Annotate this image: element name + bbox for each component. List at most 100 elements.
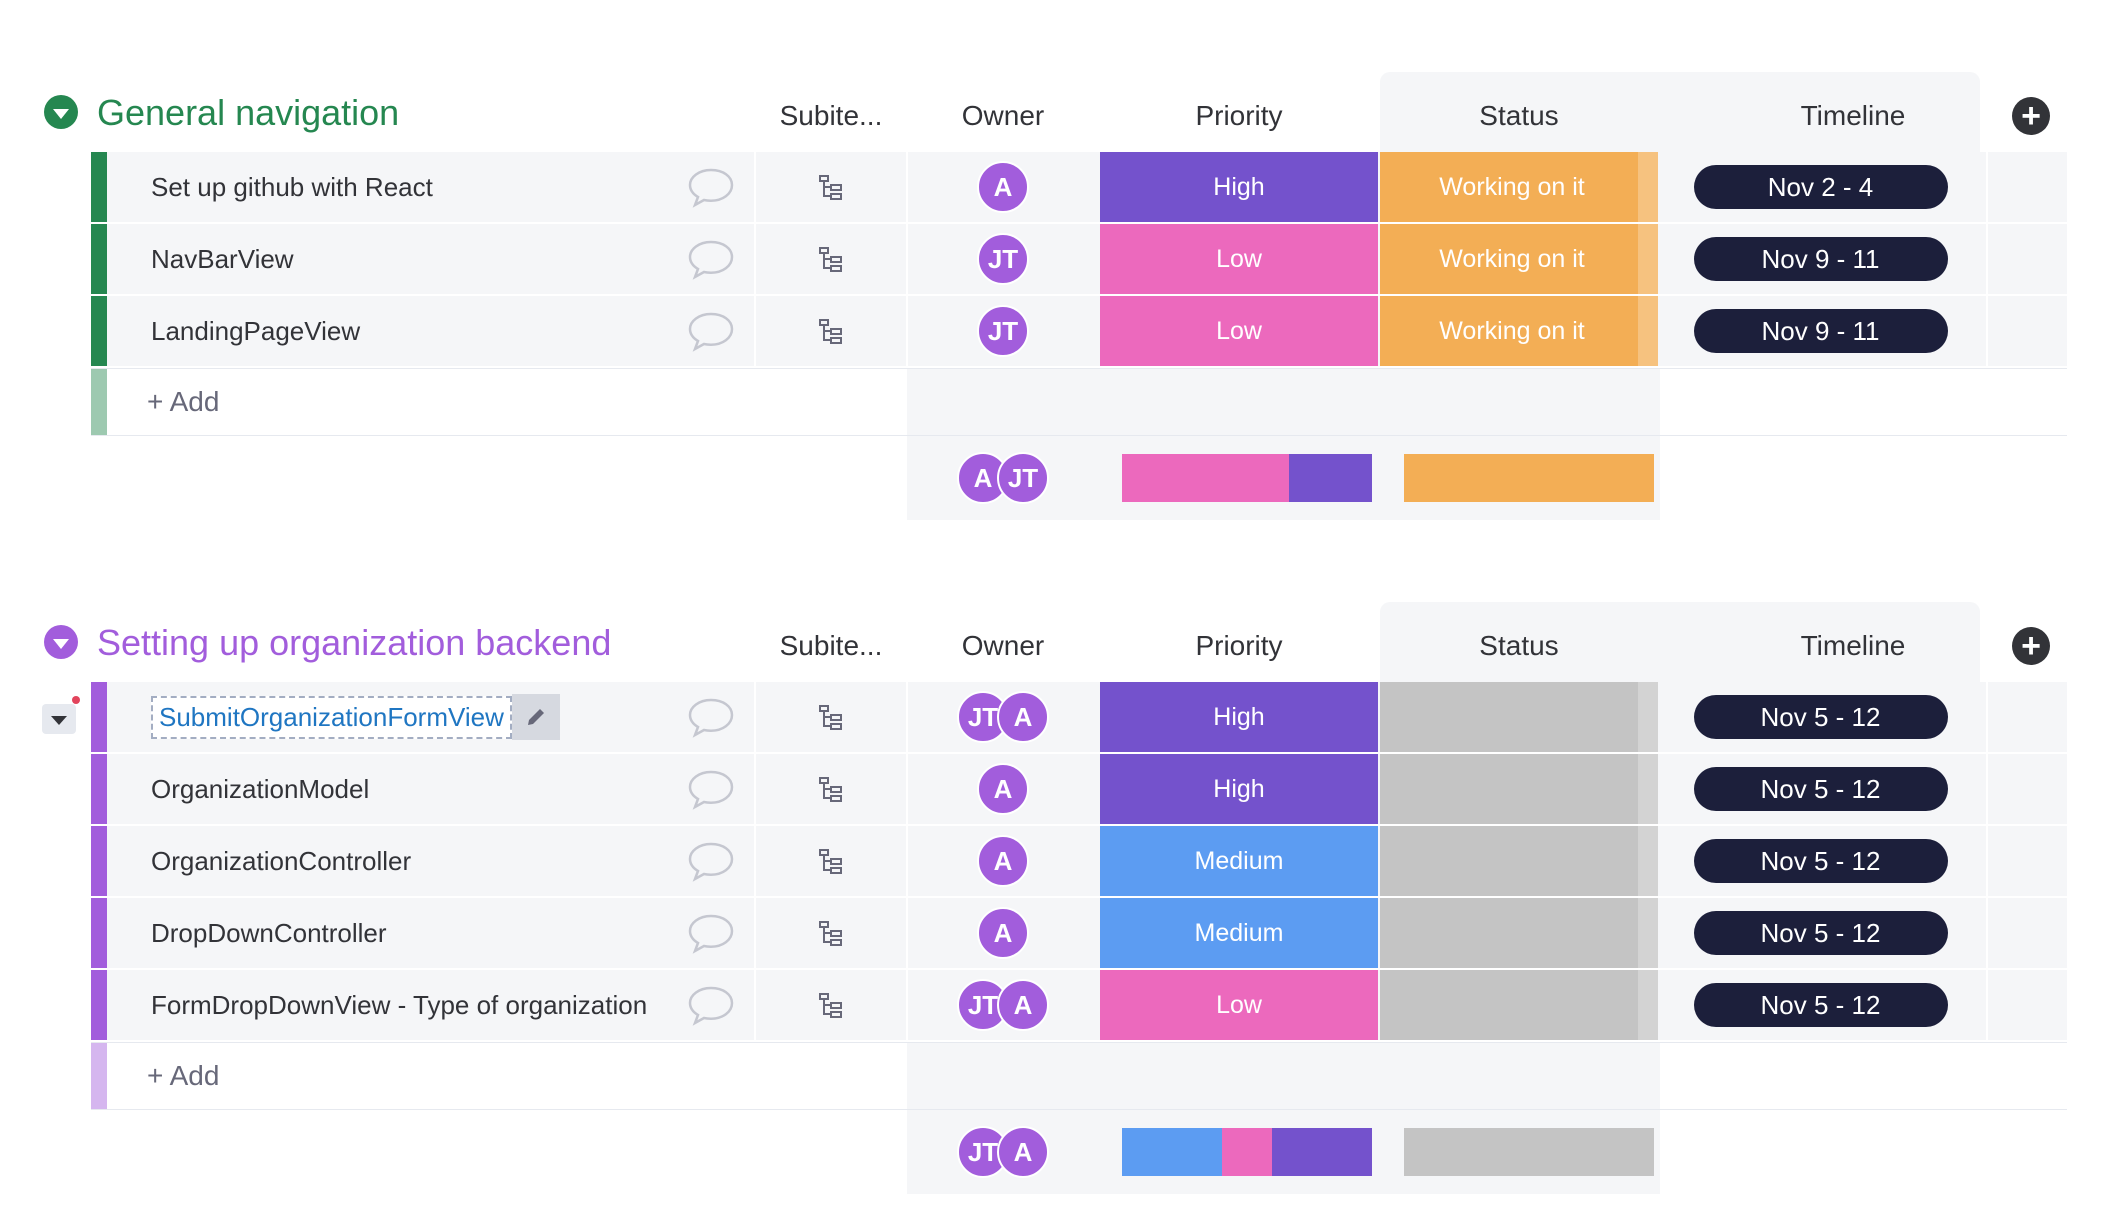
status-label[interactable]: Working on it — [1380, 224, 1658, 294]
avatar[interactable]: A — [977, 835, 1029, 887]
timeline-pill[interactable]: Nov 5 - 12 — [1693, 983, 1948, 1027]
collapse-group-icon[interactable] — [44, 625, 78, 659]
owner-cell[interactable]: JT A — [908, 682, 1098, 752]
priority-label[interactable]: Medium — [1100, 898, 1378, 968]
table-row[interactable]: NavBarView JT Low Working on it Nov 9 - 11 — [91, 224, 2067, 294]
table-row[interactable]: OrganizationModel A High Nov 5 - 12 — [91, 754, 2067, 824]
owner-cell[interactable]: A — [908, 898, 1098, 968]
table-row[interactable]: OrganizationController A Medium Nov 5 - 12 — [91, 826, 2067, 896]
comment-icon[interactable] — [671, 754, 751, 824]
owner-cell[interactable]: A — [908, 152, 1098, 222]
priority-label[interactable]: Low — [1100, 224, 1378, 294]
status-label[interactable] — [1380, 970, 1658, 1040]
item-name-input[interactable]: SubmitOrganizationFormView — [151, 695, 512, 739]
item-name-cell[interactable]: NavBarView — [107, 224, 667, 294]
group-title[interactable]: Setting up organization backend — [97, 622, 611, 664]
avatar[interactable]: A — [997, 691, 1049, 743]
item-name-cell[interactable]: OrganizationModel — [107, 754, 667, 824]
column-header-subitems[interactable]: Subite... — [756, 82, 906, 150]
subitems-icon[interactable] — [756, 224, 906, 294]
avatar[interactable]: A — [997, 979, 1049, 1031]
owner-cell[interactable]: JT — [908, 224, 1098, 294]
comment-icon[interactable] — [671, 826, 751, 896]
subitems-icon[interactable] — [756, 970, 906, 1040]
owner-cell[interactable]: JT A — [908, 970, 1098, 1040]
status-label[interactable] — [1380, 826, 1658, 896]
subitems-icon[interactable] — [756, 296, 906, 366]
timeline-pill[interactable]: Nov 5 - 12 — [1693, 911, 1948, 955]
timeline-cell[interactable]: Nov 5 - 12 — [1658, 898, 1983, 968]
timeline-pill[interactable]: Nov 9 - 11 — [1693, 237, 1948, 281]
item-name-cell[interactable]: SubmitOrganizationFormView — [107, 682, 667, 752]
timeline-cell[interactable]: Nov 9 - 11 — [1658, 296, 1983, 366]
column-header-priority[interactable]: Priority — [1100, 612, 1378, 680]
subitems-icon[interactable] — [756, 682, 906, 752]
timeline-cell[interactable]: Nov 5 - 12 — [1658, 682, 1983, 752]
column-header-subitems[interactable]: Subite... — [756, 612, 906, 680]
add-item-row[interactable]: + Add — [91, 1042, 2067, 1110]
timeline-pill[interactable]: Nov 5 - 12 — [1693, 839, 1948, 883]
status-label[interactable]: Working on it — [1380, 152, 1658, 222]
timeline-pill[interactable]: Nov 5 - 12 — [1693, 767, 1948, 811]
timeline-cell[interactable]: Nov 5 - 12 — [1658, 754, 1983, 824]
timeline-pill[interactable]: Nov 2 - 4 — [1693, 165, 1948, 209]
avatar[interactable]: JT — [977, 305, 1029, 357]
table-row[interactable]: LandingPageView JT Low Working on it Nov 9 -… — [91, 296, 2067, 366]
owner-cell[interactable]: JT — [908, 296, 1098, 366]
table-row[interactable]: DropDownController A Medium Nov 5 - 12 — [91, 898, 2067, 968]
add-column-icon[interactable]: + — [2012, 627, 2050, 665]
timeline-cell[interactable]: Nov 5 - 12 — [1658, 826, 1983, 896]
priority-label[interactable]: High — [1100, 754, 1378, 824]
priority-label[interactable]: High — [1100, 152, 1378, 222]
timeline-pill[interactable]: Nov 5 - 12 — [1693, 695, 1948, 739]
pencil-icon[interactable] — [511, 694, 560, 740]
group-title[interactable]: General navigation — [97, 92, 399, 134]
add-column-icon[interactable]: + — [2012, 97, 2050, 135]
column-header-timeline[interactable]: Timeline — [1658, 82, 2048, 150]
comment-icon[interactable] — [671, 898, 751, 968]
subitems-icon[interactable] — [756, 152, 906, 222]
expand-item-icon[interactable] — [42, 704, 76, 734]
owner-cell[interactable]: A — [908, 826, 1098, 896]
avatar[interactable]: A — [977, 161, 1029, 213]
column-header-owner[interactable]: Owner — [908, 82, 1098, 150]
owner-cell[interactable]: A — [908, 754, 1098, 824]
avatar[interactable]: JT — [977, 233, 1029, 285]
priority-label[interactable]: Low — [1100, 970, 1378, 1040]
subitems-icon[interactable] — [756, 826, 906, 896]
add-item-row[interactable]: + Add — [91, 368, 2067, 436]
status-label[interactable]: Working on it — [1380, 296, 1658, 366]
status-label[interactable] — [1380, 682, 1658, 752]
priority-label[interactable]: Low — [1100, 296, 1378, 366]
timeline-cell[interactable]: Nov 5 - 12 — [1658, 970, 1983, 1040]
column-header-status[interactable]: Status — [1380, 612, 1658, 680]
collapse-group-icon[interactable] — [44, 95, 78, 129]
subitems-icon[interactable] — [756, 898, 906, 968]
column-header-timeline[interactable]: Timeline — [1658, 612, 2048, 680]
priority-label[interactable]: High — [1100, 682, 1378, 752]
add-item-button[interactable]: + Add — [147, 369, 219, 435]
avatar[interactable]: A — [977, 763, 1029, 815]
table-row[interactable]: FormDropDownView - Type of organization J… — [91, 970, 2067, 1040]
subitems-icon[interactable] — [756, 754, 906, 824]
add-item-button[interactable]: + Add — [147, 1043, 219, 1109]
comment-icon[interactable] — [671, 152, 751, 222]
column-header-status[interactable]: Status — [1380, 82, 1658, 150]
priority-label[interactable]: Medium — [1100, 826, 1378, 896]
timeline-cell[interactable]: Nov 9 - 11 — [1658, 224, 1983, 294]
column-header-priority[interactable]: Priority — [1100, 82, 1378, 150]
timeline-cell[interactable]: Nov 2 - 4 — [1658, 152, 1983, 222]
avatar[interactable]: A — [977, 907, 1029, 959]
table-row[interactable]: SubmitOrganizationFormView JT A High Nov 5 -… — [91, 682, 2067, 752]
timeline-pill[interactable]: Nov 9 - 11 — [1693, 309, 1948, 353]
table-row[interactable]: Set up github with React A High Working on … — [91, 152, 2067, 222]
comment-icon[interactable] — [671, 224, 751, 294]
comment-icon[interactable] — [671, 296, 751, 366]
item-name-cell[interactable]: LandingPageView — [107, 296, 667, 366]
status-label[interactable] — [1380, 754, 1658, 824]
status-label[interactable] — [1380, 898, 1658, 968]
item-name-cell[interactable]: FormDropDownView - Type of organization — [107, 970, 667, 1040]
item-name-cell[interactable]: Set up github with React — [107, 152, 667, 222]
column-header-owner[interactable]: Owner — [908, 612, 1098, 680]
comment-icon[interactable] — [671, 970, 751, 1040]
